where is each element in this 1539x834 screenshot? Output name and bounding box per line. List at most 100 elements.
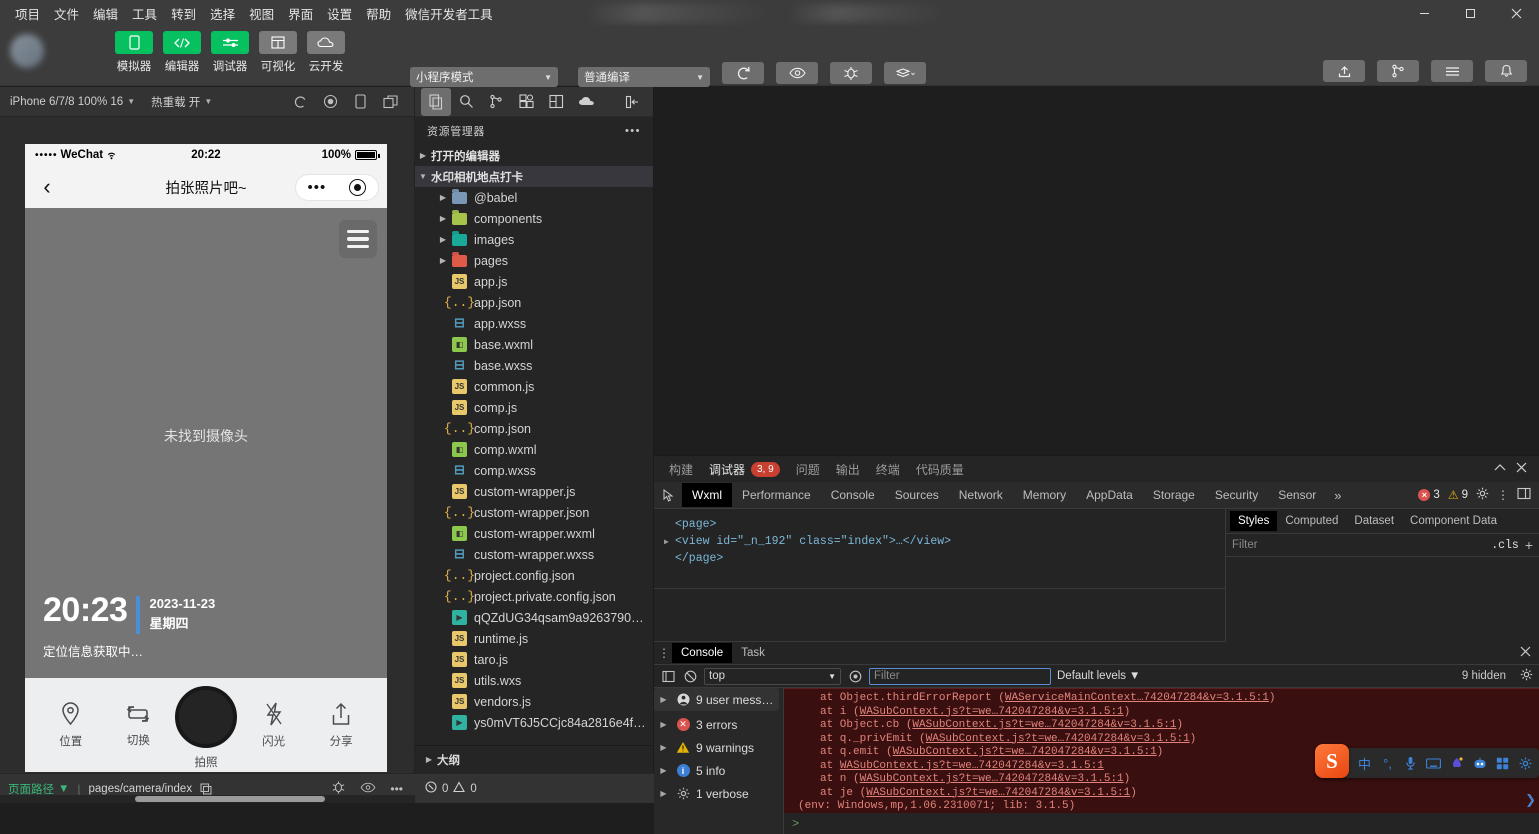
record-icon[interactable] <box>320 92 340 112</box>
styles-tab-styles[interactable]: Styles <box>1230 511 1277 531</box>
tree-file-row[interactable]: ▶▶qQZdUG34qsam9a9263790d9b… <box>415 607 653 628</box>
capsule-more-icon[interactable]: ••• <box>308 183 327 192</box>
chevron-right-icon[interactable]: ▶ <box>657 695 670 704</box>
search-icon[interactable] <box>451 88 481 116</box>
sogou-logo-icon[interactable]: S <box>1315 744 1349 778</box>
minimize-icon[interactable] <box>1401 0 1447 26</box>
devtools-tab-sources[interactable]: Sources <box>885 483 949 507</box>
panel-tab-terminal[interactable]: 终端 <box>869 458 907 481</box>
devtools-tab-security[interactable]: Security <box>1205 483 1268 507</box>
menu-item-settings[interactable]: 设置 <box>320 1 359 26</box>
devtools-tab-sensor[interactable]: Sensor <box>1268 483 1326 507</box>
devtools-tab-network[interactable]: Network <box>949 483 1013 507</box>
tree-file-row[interactable]: ▶JScustom-wrapper.js <box>415 481 653 502</box>
tree-folder-row[interactable]: ▶images <box>415 229 653 250</box>
copy-icon[interactable] <box>200 783 212 795</box>
chevron-right-icon[interactable]: ▶ <box>435 256 451 265</box>
live-expression-icon[interactable] <box>847 670 863 683</box>
chevron-right-icon[interactable]: ▶ <box>657 743 670 752</box>
ime-robot-icon[interactable] <box>1469 752 1490 774</box>
refresh-icon[interactable] <box>290 92 310 112</box>
wxml-line[interactable]: </page> <box>664 550 1225 567</box>
device-select[interactable]: iPhone 6/7/8 100% 16 ▼ <box>0 96 141 108</box>
tree-folder-row[interactable]: ▶@babel <box>415 187 653 208</box>
toolbar-button-editor[interactable]: 编辑器 <box>160 31 204 74</box>
tree-file-row[interactable]: ▶JSapp.js <box>415 271 653 292</box>
mode-select[interactable]: 小程序模式 ▼ <box>410 67 558 87</box>
kebab-menu-icon[interactable]: ⋮ <box>656 649 672 657</box>
tree-file-row[interactable]: ▶{..}app.json <box>415 292 653 313</box>
styles-filter-input[interactable]: Filter <box>1232 539 1485 551</box>
inspect-element-icon[interactable] <box>654 489 682 502</box>
styles-tab-dataset[interactable]: Dataset <box>1346 511 1402 531</box>
chevron-right-icon[interactable]: ▶ <box>664 537 675 547</box>
chevron-right-icon[interactable]: ▶ <box>657 720 670 729</box>
close-icon[interactable] <box>1516 462 1527 476</box>
tree-file-row[interactable]: ▶⊟app.wxss <box>415 313 653 334</box>
wxml-line[interactable]: ▶<view id="_n_192" class="index">…</view… <box>664 533 1225 550</box>
source-control-icon[interactable] <box>481 88 511 116</box>
styles-tab-component-data[interactable]: Component Data <box>1402 511 1505 531</box>
chevron-right-icon[interactable]: ▶ <box>657 766 670 775</box>
menu-item-project[interactable]: 项目 <box>8 1 47 26</box>
menu-item-goto[interactable]: 转到 <box>164 1 203 26</box>
menu-item-view[interactable]: 视图 <box>242 1 281 26</box>
outline-section[interactable]: ▶ 大纲 <box>415 745 654 773</box>
avatar[interactable] <box>10 34 44 68</box>
tree-file-row[interactable]: ▶JSvendors.js <box>415 691 653 712</box>
devtools-tab-wxml[interactable]: Wxml <box>682 483 732 507</box>
dock-icon[interactable] <box>1517 487 1531 503</box>
warning-count-badge[interactable]: ⚠ 9 <box>1448 488 1468 502</box>
panel-tab-output[interactable]: 输出 <box>829 458 867 481</box>
tree-file-row[interactable]: ▶{..}custom-wrapper.json <box>415 502 653 523</box>
tree-file-row[interactable]: ▶{..}comp.json <box>415 418 653 439</box>
console-sidebar-row[interactable]: ▶✕3 errors <box>654 713 783 736</box>
devtools-tab-storage[interactable]: Storage <box>1143 483 1205 507</box>
ime-magic-icon[interactable] <box>1446 752 1467 774</box>
console-sidebar-row[interactable]: ▶i5 info <box>654 759 783 782</box>
tree-file-row[interactable]: ▶⊟comp.wxss <box>415 460 653 481</box>
devtools-tab-performance[interactable]: Performance <box>732 483 821 507</box>
control-shutter[interactable]: 拍照 <box>179 686 233 770</box>
menu-item-devtools[interactable]: 微信开发者工具 <box>398 1 500 26</box>
control-switch-camera[interactable]: 切换 <box>111 702 165 748</box>
menu-item-help[interactable]: 帮助 <box>359 1 398 26</box>
extensions-icon[interactable] <box>511 88 541 116</box>
console-sidebar-row[interactable]: ▶1 verbose <box>654 782 783 805</box>
files-icon[interactable] <box>421 88 451 116</box>
cloud-dark-icon[interactable] <box>571 88 601 116</box>
control-share[interactable]: 分享 <box>314 701 368 749</box>
hot-reload-select[interactable]: 热重载 开 ▼ <box>141 94 218 110</box>
console-filter-input[interactable]: Filter <box>869 668 1051 685</box>
tree-file-row[interactable]: ▶JStaro.js <box>415 649 653 670</box>
rotate-device-icon[interactable] <box>350 92 370 112</box>
console-sidebar-row[interactable]: ▶9 warnings <box>654 736 783 759</box>
kebab-menu-icon[interactable]: ⋮ <box>1497 488 1509 502</box>
tree-file-row[interactable]: ▶JSutils.wxs <box>415 670 653 691</box>
chevron-right-icon[interactable]: ▶ <box>435 235 451 244</box>
ime-punctuation-icon[interactable]: °, <box>1377 752 1398 774</box>
devtools-tab-memory[interactable]: Memory <box>1013 483 1076 507</box>
section-open-editors[interactable]: ▶ 打开的编辑器 <box>415 145 653 166</box>
ime-mic-icon[interactable] <box>1400 752 1421 774</box>
error-count-badge[interactable]: × 3 <box>1418 489 1439 501</box>
add-style-rule-icon[interactable]: + <box>1525 537 1533 553</box>
section-project-root[interactable]: ▼ 水印相机地点打卡 <box>415 166 653 187</box>
control-location[interactable]: 位置 <box>44 701 98 749</box>
console-tab-task[interactable]: Task <box>732 643 774 663</box>
clear-console-icon[interactable] <box>682 670 698 683</box>
collapse-all-icon[interactable] <box>617 88 647 116</box>
styles-tab-computed[interactable]: Computed <box>1277 511 1346 531</box>
detach-window-icon[interactable] <box>380 92 400 112</box>
panel-tab-debugger[interactable]: 调试器 3, 9 <box>702 458 787 481</box>
tree-file-row[interactable]: ▶{..}project.private.config.json <box>415 586 653 607</box>
console-tab-console[interactable]: Console <box>672 643 732 663</box>
tree-file-row[interactable]: ▶⊟base.wxss <box>415 355 653 376</box>
panel-tab-problems[interactable]: 问题 <box>789 458 827 481</box>
cls-toggle[interactable]: .cls <box>1491 539 1519 552</box>
console-input-prompt[interactable]: > <box>784 814 799 834</box>
gear-icon[interactable] <box>1476 487 1489 503</box>
menu-item-tools[interactable]: 工具 <box>125 1 164 26</box>
maximize-icon[interactable] <box>1447 0 1493 26</box>
more-dots-icon[interactable]: ••• <box>390 782 403 796</box>
